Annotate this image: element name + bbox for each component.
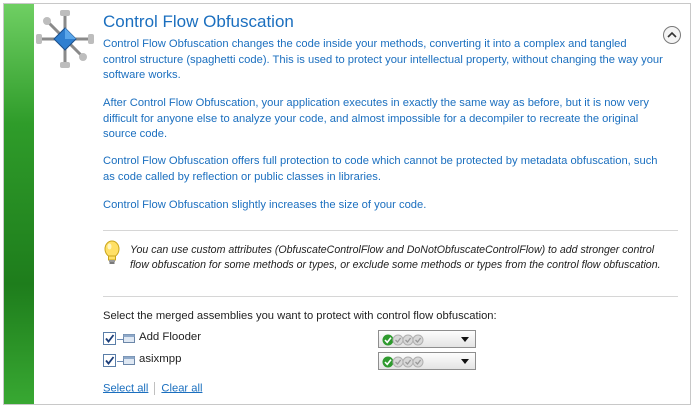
level-check-icons [382,334,424,346]
section-title: Control Flow Obfuscation [103,12,294,31]
description-paragraph: Control Flow Obfuscation changes the cod… [103,38,663,81]
obfuscation-level-select[interactable] [378,352,476,370]
tip-text: You can use custom attributes (Obfuscate… [130,244,661,271]
divider [103,230,678,231]
obfuscation-level-select[interactable] [378,330,476,348]
lightbulb-icon [104,240,120,264]
assembly-row: asixmpp [103,352,483,370]
divider [103,296,678,297]
dropdown-arrow-icon [461,337,469,342]
cross-molecule-icon [36,10,94,68]
description-paragraph: Control Flow Obfuscation offers full pro… [103,155,658,183]
description-paragraph: After Control Flow Obfuscation, your app… [103,97,649,140]
select-all-link[interactable]: Select all [103,382,148,394]
green-sidebar [4,4,34,404]
clear-all-link[interactable]: Clear all [161,382,202,394]
link-separator [154,382,156,395]
assembly-icon [123,356,135,365]
assemblies-label: Select the merged assemblies you want to… [103,310,497,322]
level-check-icons [382,356,424,368]
assembly-name: Add Flooder [139,331,202,343]
assembly-checkbox[interactable] [103,332,116,345]
assembly-row: Add Flooder [103,330,483,348]
assembly-name: asixmpp [139,353,182,365]
dropdown-arrow-icon [461,359,469,364]
description-paragraph: Control Flow Obfuscation slightly increa… [103,199,427,211]
assembly-icon [123,334,135,343]
selection-links: Select all Clear all [103,382,202,395]
chevron-up-icon[interactable] [663,26,681,44]
control-flow-panel: Control Flow Obfuscation Control Flow Ob… [3,3,691,405]
assembly-checkbox[interactable] [103,354,116,367]
